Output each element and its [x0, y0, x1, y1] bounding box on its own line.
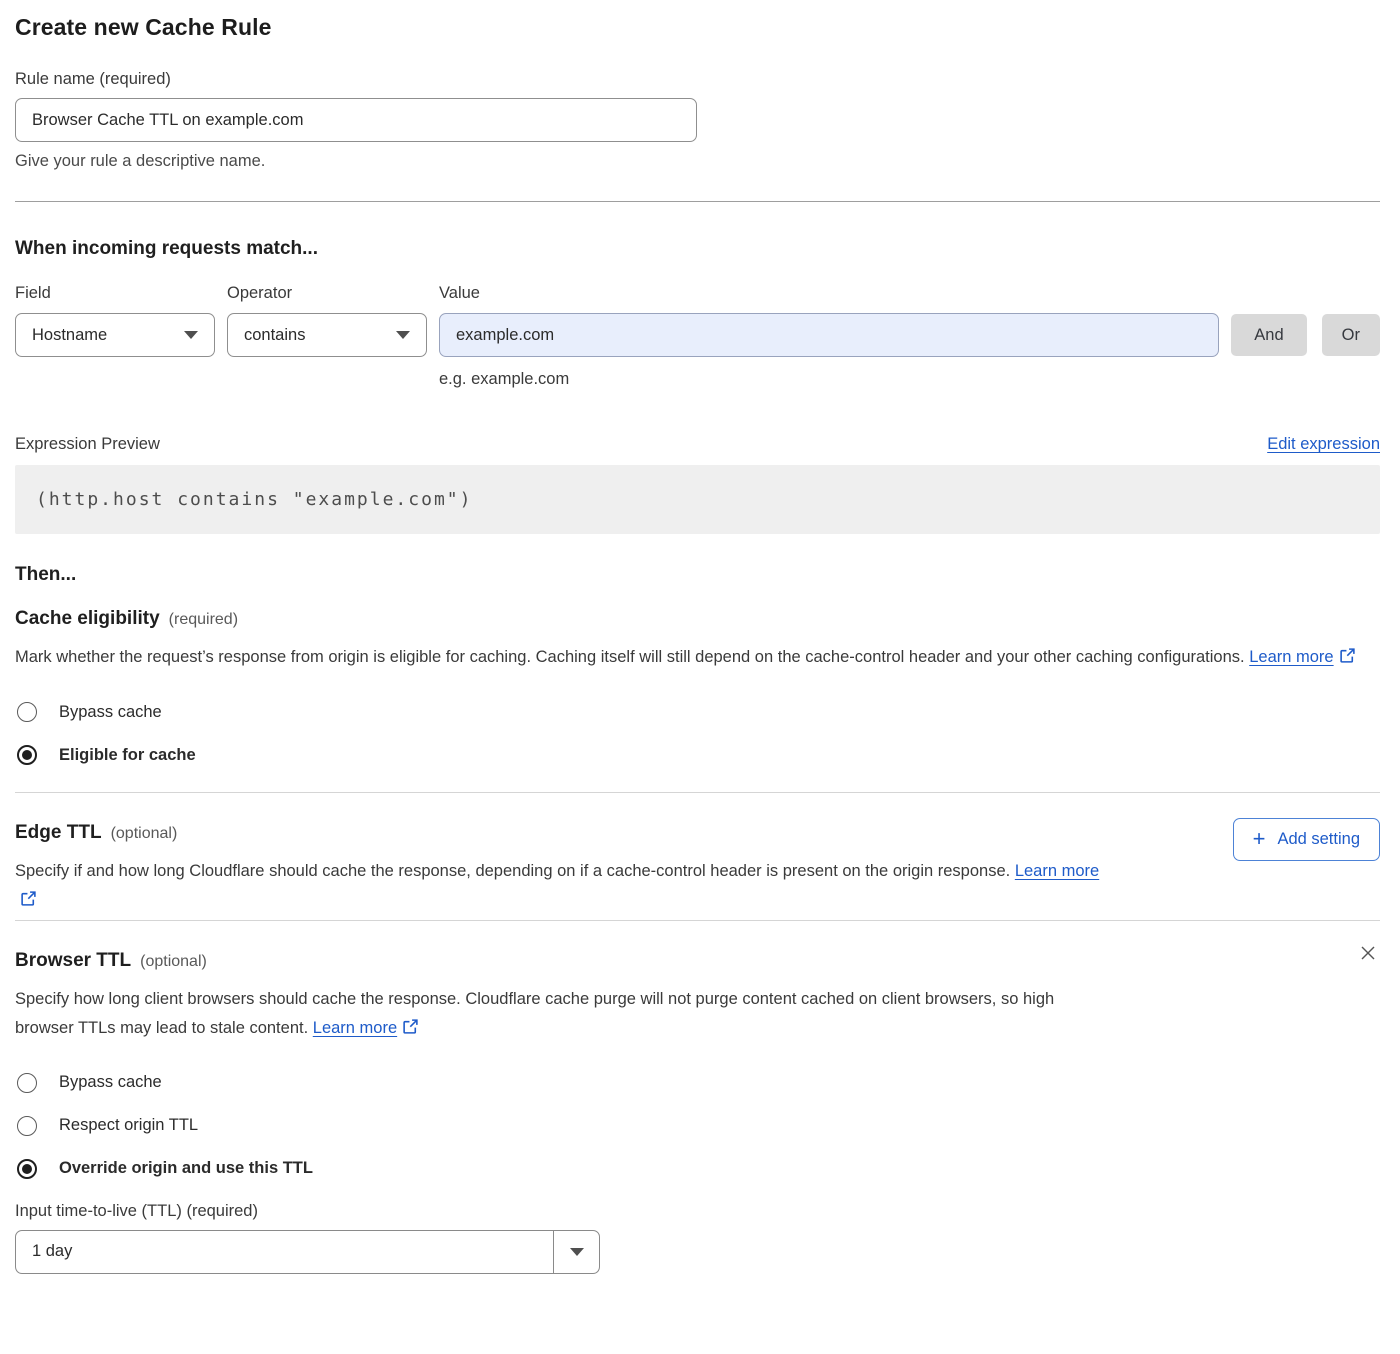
ttl-select-caret-segment[interactable] — [553, 1231, 599, 1273]
add-setting-button[interactable]: + Add setting — [1233, 818, 1380, 861]
cache-eligibility-radio-group: Bypass cache Eligible for cache — [15, 702, 1380, 765]
rule-name-label: Rule name (required) — [15, 70, 1380, 89]
radio-bypass-cache[interactable]: Bypass cache — [15, 702, 1380, 722]
plus-icon: + — [1253, 828, 1266, 850]
radio-bypass-cache-browser[interactable]: Bypass cache — [15, 1073, 1380, 1093]
edge-ttl-description: Specify if and how long Cloudflare shoul… — [15, 857, 1115, 916]
ttl-select[interactable]: 1 day — [15, 1230, 600, 1274]
external-link-icon — [20, 893, 37, 911]
value-help: e.g. example.com — [439, 370, 1219, 389]
edge-ttl-section: Edge TTL (optional) Specify if and how l… — [15, 793, 1380, 920]
ttl-label: Input time-to-live (TTL) (required) — [15, 1202, 1380, 1221]
cache-eligibility-description: Mark whether the request’s response from… — [15, 643, 1380, 673]
expression-header: Expression Preview Edit expression — [15, 435, 1380, 454]
field-select-value: Hostname — [32, 326, 107, 345]
radio-override-origin-ttl[interactable]: Override origin and use this TTL — [15, 1159, 1380, 1179]
radio-label: Bypass cache — [59, 1073, 162, 1092]
cache-eligibility-qualifier: (required) — [169, 611, 238, 629]
browser-ttl-title: Browser TTL — [15, 950, 131, 972]
browser-ttl-qualifier: (optional) — [140, 953, 207, 971]
browser-ttl-text-col: Browser TTL (optional) Specify how long … — [15, 921, 1115, 1044]
add-setting-label: Add setting — [1277, 830, 1360, 849]
browser-ttl-header: Browser TTL (optional) Specify how long … — [15, 921, 1380, 1044]
browser-ttl-title-row: Browser TTL (optional) — [15, 950, 1115, 972]
field-select[interactable]: Hostname — [15, 313, 215, 357]
ttl-select-value: 1 day — [16, 1231, 553, 1273]
edit-expression-link[interactable]: Edit expression — [1267, 435, 1380, 454]
browser-ttl-learn-more-link[interactable]: Learn more — [313, 1019, 397, 1037]
edge-ttl-title: Edge TTL — [15, 822, 102, 844]
browser-ttl-description-text: Specify how long client browsers should … — [15, 990, 1054, 1036]
radio-label: Bypass cache — [59, 703, 162, 722]
edge-ttl-header: Edge TTL (optional) Specify if and how l… — [15, 793, 1380, 916]
browser-ttl-section: Browser TTL (optional) Specify how long … — [15, 921, 1380, 1278]
cache-eligibility-title: Cache eligibility — [15, 608, 160, 630]
radio-label: Respect origin TTL — [59, 1116, 198, 1135]
chevron-down-icon — [184, 331, 198, 339]
rule-name-section: Rule name (required) Give your rule a de… — [15, 70, 1380, 171]
operator-label: Operator — [227, 284, 427, 303]
cache-eligibility-learn-more-link[interactable]: Learn more — [1249, 648, 1333, 666]
section-divider — [15, 201, 1380, 202]
edge-ttl-qualifier: (optional) — [111, 825, 178, 843]
browser-ttl-radio-group: Bypass cache Respect origin TTL Override… — [15, 1073, 1380, 1179]
expression-section: Expression Preview Edit expression (http… — [15, 435, 1380, 534]
browser-ttl-description: Specify how long client browsers should … — [15, 985, 1115, 1044]
value-label: Value — [439, 284, 1219, 303]
create-cache-rule-form: Create new Cache Rule Rule name (require… — [0, 0, 1400, 1298]
cache-eligibility-title-row: Cache eligibility (required) — [15, 608, 1380, 630]
page-title: Create new Cache Rule — [15, 14, 1380, 41]
edge-ttl-learn-more-link[interactable]: Learn more — [1015, 862, 1099, 880]
radio-label: Eligible for cache — [59, 746, 196, 765]
expression-preview-label: Expression Preview — [15, 435, 160, 454]
external-link-icon — [402, 1021, 419, 1039]
rule-name-input[interactable] — [15, 98, 697, 142]
chevron-down-icon — [570, 1248, 584, 1256]
external-link-icon — [1339, 650, 1356, 668]
operator-select-value: contains — [244, 326, 305, 345]
radio-icon — [17, 1073, 37, 1093]
edge-ttl-text-col: Edge TTL (optional) Specify if and how l… — [15, 793, 1115, 916]
radio-respect-origin-ttl[interactable]: Respect origin TTL — [15, 1116, 1380, 1136]
radio-icon — [17, 1116, 37, 1136]
ttl-field: Input time-to-live (TTL) (required) 1 da… — [15, 1202, 1380, 1274]
match-section: When incoming requests match... Field Op… — [15, 238, 1380, 389]
match-heading: When incoming requests match... — [15, 238, 1380, 260]
remove-browser-ttl-button[interactable] — [1356, 941, 1380, 968]
edge-ttl-title-row: Edge TTL (optional) — [15, 822, 1115, 844]
radio-icon — [17, 745, 37, 765]
radio-eligible-for-cache[interactable]: Eligible for cache — [15, 745, 1380, 765]
close-icon — [1358, 943, 1378, 963]
radio-icon — [17, 1159, 37, 1179]
or-button[interactable]: Or — [1322, 314, 1380, 356]
chevron-down-icon — [396, 331, 410, 339]
match-condition-row: Field Operator Value Hostname contains A… — [15, 284, 1380, 389]
expression-code-block: (http.host contains "example.com") — [15, 465, 1380, 534]
field-label: Field — [15, 284, 215, 303]
rule-name-help: Give your rule a descriptive name. — [15, 152, 1380, 171]
then-heading: Then... — [15, 564, 1380, 586]
and-button[interactable]: And — [1231, 314, 1306, 356]
radio-label: Override origin and use this TTL — [59, 1159, 313, 1178]
operator-select[interactable]: contains — [227, 313, 427, 357]
cache-eligibility-description-text: Mark whether the request’s response from… — [15, 648, 1245, 666]
radio-icon — [17, 702, 37, 722]
value-input[interactable] — [439, 313, 1219, 357]
edge-ttl-description-text: Specify if and how long Cloudflare shoul… — [15, 862, 1010, 880]
cache-eligibility-section: Cache eligibility (required) Mark whethe… — [15, 608, 1380, 792]
